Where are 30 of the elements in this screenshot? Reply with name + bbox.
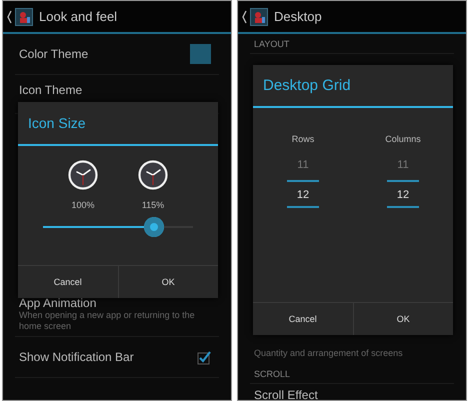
picker-value[interactable]: 12 <box>296 189 310 201</box>
dialog-title: Desktop Grid <box>253 65 453 108</box>
picker-label: Columns <box>385 134 421 144</box>
clock-icon <box>68 160 98 190</box>
setting-summary: When opening a new app or returning to the home screen <box>19 310 196 332</box>
size-label: 100% <box>71 200 95 210</box>
setting-label[interactable]: Icon Theme <box>19 83 215 97</box>
setting-label[interactable]: Show Notification Bar <box>19 350 193 364</box>
picker-label: Rows <box>292 134 314 144</box>
cancel-button[interactable]: Cancel <box>253 303 352 335</box>
setting-label[interactable]: Scroll Effect <box>254 388 450 400</box>
ok-button[interactable]: OK <box>118 266 218 298</box>
section-header: SCROLL <box>253 368 290 378</box>
clock-icon <box>138 160 168 190</box>
picker-value[interactable]: 12 <box>396 189 410 201</box>
screen-title: Desktop <box>274 9 322 24</box>
cancel-button[interactable]: Cancel <box>18 266 118 298</box>
screen-title: Look and feel <box>39 9 118 24</box>
app-icon[interactable] <box>15 8 33 26</box>
color-swatch[interactable] <box>190 44 211 64</box>
setting-summary: Quantity and arrangement of screens <box>253 348 403 358</box>
checkbox[interactable] <box>197 350 211 364</box>
size-label: 115% <box>142 200 164 210</box>
setting-label[interactable]: App Animation <box>19 296 215 310</box>
dialog-title: Icon Size <box>18 102 218 146</box>
setting-label[interactable]: Color Theme <box>19 47 186 61</box>
slider-thumb[interactable] <box>144 217 164 237</box>
section-header: LAYOUT <box>253 38 290 48</box>
ok-button[interactable]: OK <box>352 303 453 335</box>
app-icon[interactable] <box>250 8 268 26</box>
